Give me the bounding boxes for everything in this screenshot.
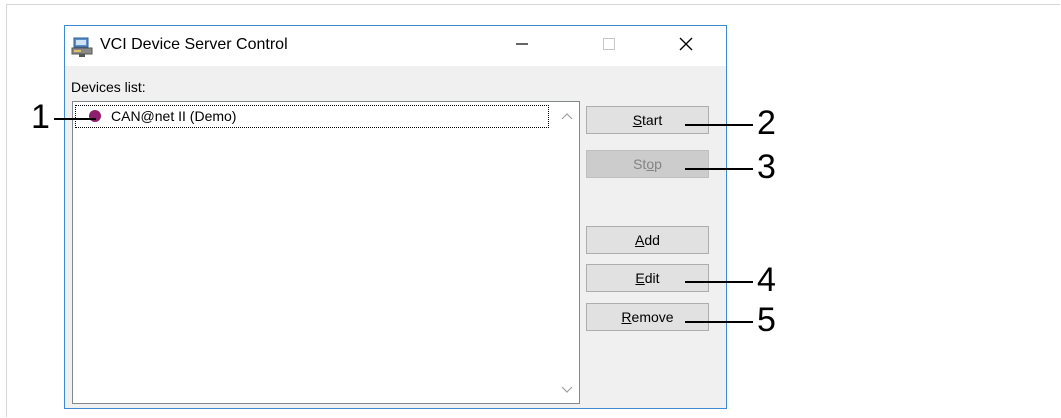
add-label-rest: dd (644, 232, 660, 248)
scroll-down-button[interactable] (557, 380, 577, 400)
window-title: VCI Device Server Control (100, 36, 288, 53)
dialog-window: VCI Device Server Control Devices list: … (64, 25, 727, 409)
callout-number-3: 3 (757, 148, 776, 186)
server-app-icon (71, 37, 93, 57)
callout-line-1 (54, 118, 96, 120)
callout-line-4 (685, 281, 753, 283)
minimize-button[interactable] (499, 26, 545, 66)
remove-label-rest: emove (631, 309, 674, 325)
edit-mnemonic: E (635, 270, 645, 286)
stop-mnemonic: o (646, 156, 655, 172)
start-mnemonic: S (632, 112, 643, 128)
minimize-icon (515, 37, 529, 56)
callout-line-2 (685, 124, 753, 126)
callout-number-5: 5 (757, 301, 776, 339)
scroll-up-button[interactable] (557, 106, 577, 126)
stop-label-pre: St (633, 156, 647, 172)
list-item[interactable]: CAN@net II (Demo) (75, 105, 549, 128)
maximize-icon (602, 37, 616, 56)
add-mnemonic: A (635, 232, 645, 248)
device-status-icon (89, 110, 101, 122)
edit-label-rest: dit (644, 270, 660, 286)
callout-line-3 (685, 168, 753, 170)
start-button[interactable]: Start (586, 106, 709, 134)
close-button[interactable] (663, 26, 709, 66)
remove-button[interactable]: Remove (586, 303, 709, 331)
add-button[interactable]: Add (586, 226, 709, 254)
start-label-rest: tart (642, 112, 663, 128)
callout-number-2: 2 (757, 104, 776, 142)
stop-button[interactable]: Stop (586, 150, 709, 178)
chevron-down-icon (561, 381, 573, 399)
close-icon (678, 36, 694, 57)
callout-number-1: 1 (31, 98, 50, 136)
chevron-up-icon (561, 107, 573, 125)
edit-button[interactable]: Edit (586, 264, 709, 292)
title-bar: VCI Device Server Control (65, 26, 726, 66)
devices-list-label: Devices list: (71, 79, 146, 95)
callout-number-4: 4 (757, 261, 776, 299)
callout-line-5 (685, 321, 753, 323)
maximize-button (586, 26, 632, 66)
device-label: CAN@net II (Demo) (111, 108, 237, 124)
devices-listbox[interactable]: CAN@net II (Demo) (72, 101, 580, 404)
remove-mnemonic: R (621, 309, 632, 325)
stop-label-rest: p (654, 156, 662, 172)
